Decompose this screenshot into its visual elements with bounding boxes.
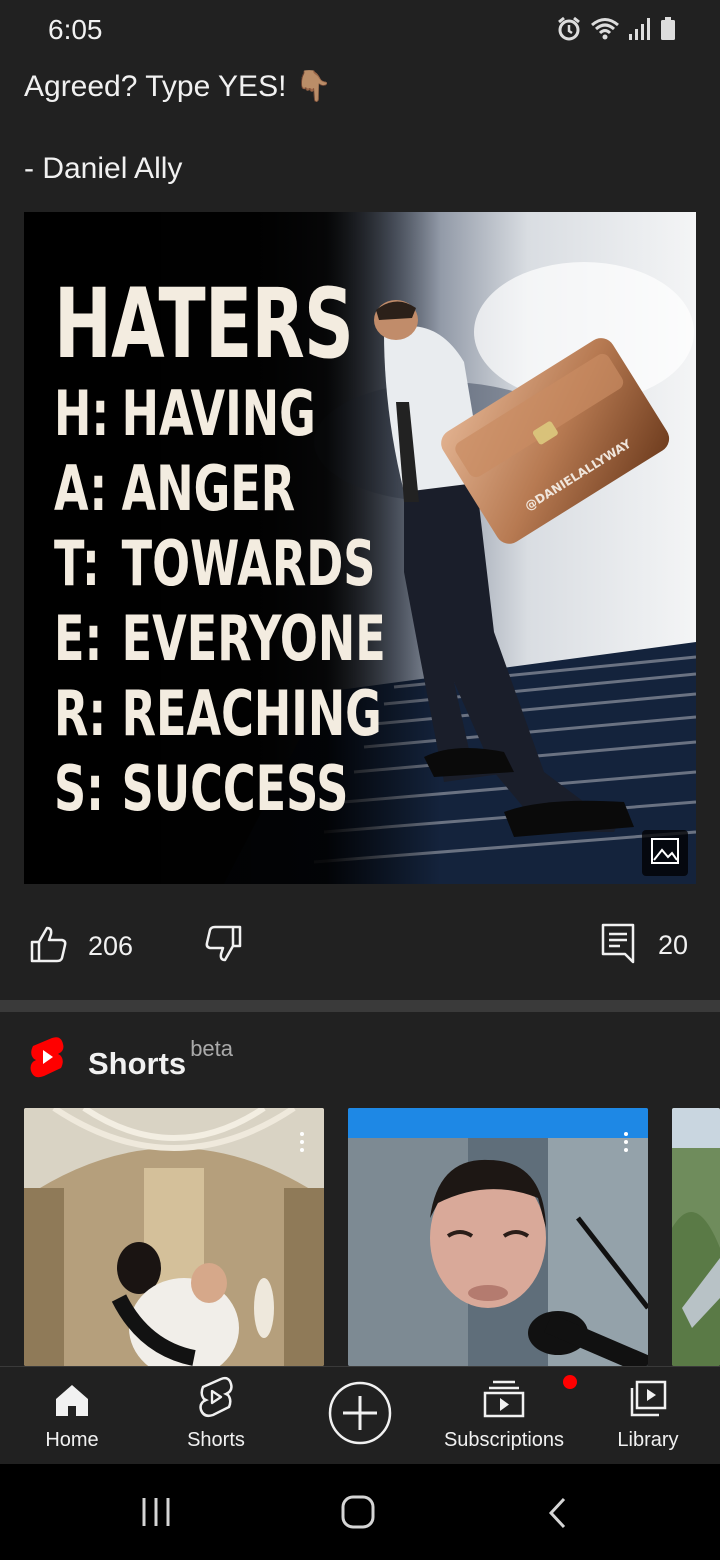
bottom-navigation: Home Shorts Subscriptions Library xyxy=(0,1366,720,1464)
like-button[interactable]: 206 xyxy=(28,924,133,969)
battery-icon xyxy=(660,16,676,42)
acronym-row: H: HAVING xyxy=(54,376,386,451)
nav-subscriptions-label: Subscriptions xyxy=(443,1429,565,1451)
nav-shorts-label: Shorts xyxy=(187,1429,245,1451)
post-actions: 206 20 xyxy=(0,916,720,980)
image-title: HATERS xyxy=(54,268,354,380)
home-system-icon[interactable] xyxy=(340,1494,376,1535)
short-thumbnail xyxy=(672,1108,720,1366)
more-options-icon[interactable] xyxy=(624,1132,630,1152)
thumbs-up-icon xyxy=(28,924,68,969)
post-image[interactable]: @DANIELALLYWAY HATERS H: HAVING A: ANGER T: T… xyxy=(24,212,696,884)
acronym-letter: H: xyxy=(54,377,110,450)
more-options-icon[interactable] xyxy=(300,1132,306,1152)
status-time: 6:05 xyxy=(48,14,103,45)
shorts-carousel[interactable] xyxy=(24,1108,720,1366)
create-icon xyxy=(327,1380,393,1451)
shorts-logo-icon xyxy=(30,1036,64,1083)
comments-button[interactable]: 20 xyxy=(600,922,688,969)
like-count: 206 xyxy=(88,931,134,961)
image-icon xyxy=(650,836,680,871)
acronym-letter: T: xyxy=(54,527,100,600)
acronym-row: E: EVERYONE xyxy=(54,601,386,676)
nav-subscriptions[interactable]: Subscriptions xyxy=(434,1367,577,1465)
short-card[interactable] xyxy=(672,1108,720,1366)
subscriptions-icon xyxy=(483,1380,525,1423)
status-bar: 6:05 xyxy=(0,0,720,62)
comment-count: 20 xyxy=(657,930,688,960)
nav-library[interactable]: Library xyxy=(598,1367,698,1465)
wifi-icon xyxy=(590,16,620,42)
acronym-letter: A: xyxy=(54,452,108,525)
short-thumbnail xyxy=(24,1108,324,1366)
acronym-word: ANGER xyxy=(121,452,296,525)
acronym-word: TOWARDS xyxy=(121,527,376,600)
short-thumbnail xyxy=(348,1108,648,1366)
library-icon xyxy=(629,1380,667,1423)
nav-home-label: Home xyxy=(45,1429,99,1451)
acronym-word: REACHING xyxy=(121,677,382,750)
back-icon[interactable] xyxy=(546,1496,570,1535)
acronym-letter: S: xyxy=(54,752,105,825)
acronym-row: T: TOWARDS xyxy=(54,526,386,601)
image-headline: HATERS H: HAVING A: ANGER T: TOWARDS E: EVERYON… xyxy=(54,272,386,826)
nav-home[interactable]: Home xyxy=(22,1367,122,1465)
post-author-line: - Daniel Ally xyxy=(24,152,183,185)
short-card[interactable] xyxy=(348,1108,648,1366)
shorts-beta-badge: beta xyxy=(190,1036,234,1061)
shorts-shelf-header: Shorts beta xyxy=(30,1036,233,1083)
status-icons xyxy=(556,16,676,42)
post-text: Agreed? Type YES! 👇🏽 - Daniel Ally xyxy=(24,66,704,190)
acronym-word: SUCCESS xyxy=(121,752,349,825)
short-card[interactable] xyxy=(24,1108,324,1366)
alarm-icon xyxy=(556,16,582,42)
dislike-button[interactable] xyxy=(204,924,244,969)
notification-dot xyxy=(563,1375,577,1389)
acronym-list: H: HAVING A: ANGER T: TOWARDS E: EVERYONE R: REAC… xyxy=(54,376,386,826)
acronym-row: R: REACHING xyxy=(54,676,386,751)
shorts-title: Shorts xyxy=(88,1046,187,1081)
acronym-row: A: ANGER xyxy=(54,451,386,526)
comment-icon xyxy=(600,922,636,969)
acronym-word: HAVING xyxy=(121,377,316,450)
acronym-row: S: SUCCESS xyxy=(54,751,386,826)
acronym-letter: R: xyxy=(54,677,107,750)
thumbs-down-icon xyxy=(204,925,244,968)
section-divider xyxy=(0,1000,720,1012)
nav-create[interactable] xyxy=(310,1367,410,1465)
signal-icon xyxy=(628,16,652,42)
home-icon xyxy=(54,1382,90,1423)
nav-shorts[interactable]: Shorts xyxy=(166,1367,266,1465)
post-text-line: Agreed? Type YES! 👇🏽 xyxy=(24,70,333,103)
system-navigation-bar xyxy=(0,1464,720,1560)
shorts-icon xyxy=(199,1376,233,1423)
image-icon-button[interactable] xyxy=(642,830,688,876)
acronym-word: EVERYONE xyxy=(121,602,386,675)
nav-library-label: Library xyxy=(617,1429,679,1451)
recent-apps-icon[interactable] xyxy=(140,1496,172,1533)
acronym-letter: E: xyxy=(54,602,103,675)
